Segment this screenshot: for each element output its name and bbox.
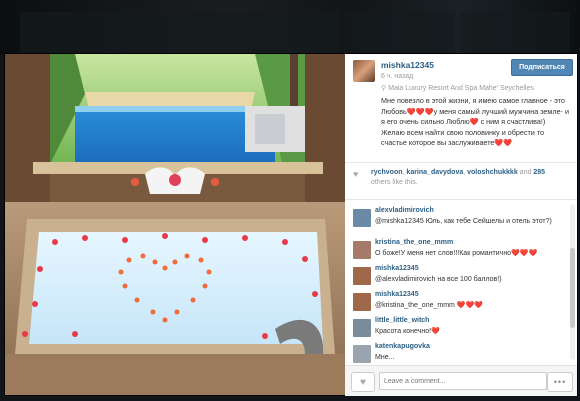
- heart-icon: ♥: [353, 169, 359, 179]
- post-header: mishka12345 6 ч. назад Подписаться ⚲ Maia…: [345, 54, 577, 162]
- post-time[interactable]: 6 ч. назад: [381, 73, 413, 80]
- background-feed: [0, 0, 580, 54]
- comment-username[interactable]: mishka12345: [375, 291, 419, 298]
- comment-username[interactable]: kristina_the_one_mmm: [375, 239, 453, 246]
- liker-name[interactable]: rychvoon: [371, 169, 403, 176]
- overlay-shade: [0, 0, 580, 54]
- comments-scrollbar[interactable]: [570, 204, 575, 360]
- like-button[interactable]: ♥: [351, 372, 375, 392]
- avatar[interactable]: [353, 241, 371, 259]
- liker-name[interactable]: karina_davydova: [406, 169, 463, 176]
- comment-text: @mishka12345 Юль, как тебе Сейшелы и оте…: [375, 218, 552, 225]
- comment-input[interactable]: [379, 372, 547, 390]
- avatar[interactable]: [353, 60, 375, 82]
- liker-separator: ,: [402, 169, 405, 176]
- location-pin-icon: ⚲: [381, 85, 387, 92]
- comment-text: О боже!У меня нет слов!!!Как романтично❤…: [375, 250, 538, 257]
- comment-bar: ♥ •••: [345, 365, 577, 396]
- post-side-panel: mishka12345 6 ч. назад Подписаться ⚲ Maia…: [345, 54, 577, 396]
- follow-button[interactable]: Подписаться: [511, 59, 573, 76]
- avatar[interactable]: [353, 345, 371, 363]
- comments-list: alexvladimirovich @mishka12345 Юль, как …: [345, 201, 577, 365]
- post-photo: [5, 54, 345, 395]
- post-caption: Мне повезло в этой жизни, я имею самое г…: [381, 96, 569, 147]
- likes-suffix: others like this.: [371, 179, 418, 186]
- likes-and: and: [519, 169, 532, 176]
- avatar[interactable]: [353, 293, 371, 311]
- post-modal: mishka12345 6 ч. назад Подписаться ⚲ Maia…: [5, 54, 577, 396]
- post-username[interactable]: mishka12345: [381, 60, 434, 70]
- comment-text: @alexvladimirovich на все 100 баллов!): [375, 276, 502, 283]
- heart-icon: ♥: [360, 376, 366, 388]
- comment-text: Красота конечно!❤️: [375, 328, 440, 335]
- liker-name[interactable]: voloshchukkkk: [467, 169, 518, 176]
- liker-separator: ,: [463, 169, 466, 176]
- more-options-button[interactable]: •••: [547, 372, 573, 392]
- likes-summary: ♥ rychvoon, karina_davydova, voloshchukk…: [345, 162, 577, 200]
- comment-username[interactable]: katenkapugovka: [375, 343, 430, 350]
- comment-text: @kristina_the_one_mmm ❤️❤️❤️: [375, 302, 483, 309]
- comment-username[interactable]: little_little_witch: [375, 317, 429, 324]
- comment-username[interactable]: alexvladimirovich: [375, 207, 434, 214]
- avatar[interactable]: [353, 319, 371, 337]
- avatar[interactable]: [353, 267, 371, 285]
- comment-username[interactable]: mishka12345: [375, 265, 419, 272]
- comment-text: Мне...: [375, 354, 395, 361]
- location-label: Maia Luxury Resort And Spa Mahe' Seychel…: [388, 85, 534, 92]
- post-location[interactable]: ⚲ Maia Luxury Resort And Spa Mahe' Seyche…: [381, 84, 534, 92]
- likes-count[interactable]: 285: [533, 169, 545, 176]
- avatar[interactable]: [353, 209, 371, 227]
- scrollbar-thumb[interactable]: [570, 248, 575, 328]
- more-options-icon: •••: [553, 377, 567, 387]
- likes-text: rychvoon, karina_davydova, voloshchukkkk…: [371, 168, 571, 188]
